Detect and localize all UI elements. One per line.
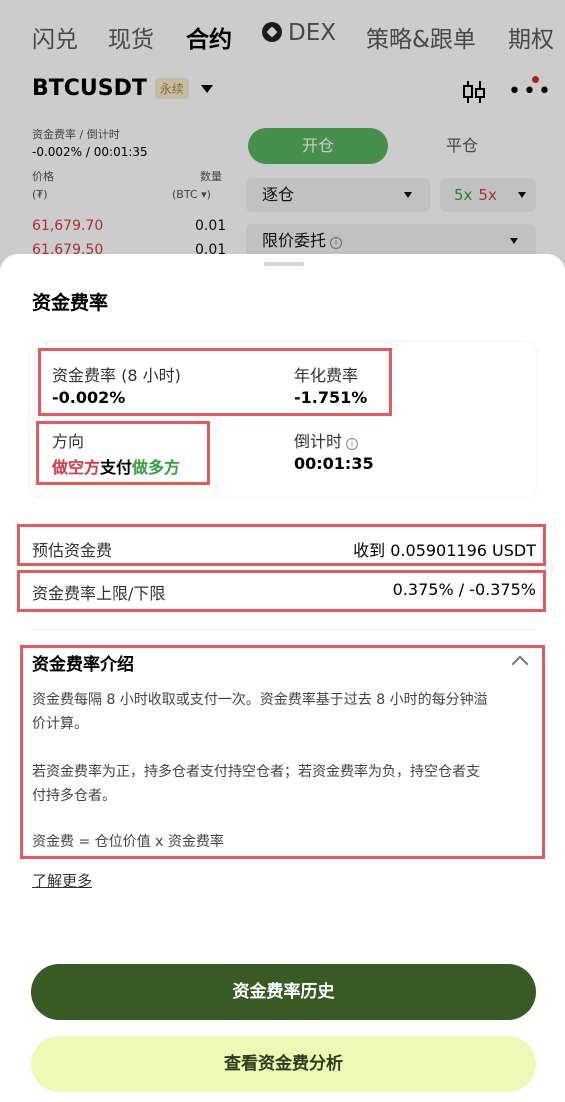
sheet-title: 资金费率 <box>32 292 109 314</box>
intro-formula: 资金费 = 仓位价值 x 资金费率 <box>32 834 224 850</box>
estimated-fee-value: 收到 0.05901196 USDT <box>353 541 536 560</box>
countdown-label: 倒计时 i <box>294 428 359 452</box>
sheet-drag-handle[interactable] <box>264 262 304 266</box>
intro-paragraph: 若资金费率为正，持多仓者支付持空仓者；若资金费率为负，持空仓者支 付持多仓者。 <box>32 760 532 808</box>
intro-line: 若资金费率为正，持多仓者支付持空仓者；若资金费率为负，持空仓者支 <box>32 764 480 780</box>
funding-rate-label: 资金费率 (8 小时) <box>52 366 181 385</box>
direction-long: 做多方 <box>132 458 181 477</box>
funding-rate-sheet: 资金费率 资金费率 (8 小时) -0.002% 年化费率 -1.751% 方向… <box>0 254 565 1102</box>
learn-more-link[interactable]: 了解更多 <box>32 870 92 891</box>
intro-line: 付持多仓者。 <box>32 788 116 804</box>
rate-limit-value: 0.375% / -0.375% <box>392 580 536 599</box>
funding-history-button[interactable]: 资金费率历史 <box>31 964 536 1020</box>
funding-rate-value: -0.002% <box>52 388 126 407</box>
direction-short: 做空方 <box>52 458 101 477</box>
direction-value: 做空方支付做多方 <box>52 454 180 478</box>
annual-rate-value: -1.751% <box>294 388 368 407</box>
direction-label: 方向 <box>52 432 85 451</box>
info-icon[interactable]: i <box>346 438 359 450</box>
rate-limit-label: 资金费率上限/下限 <box>32 584 166 603</box>
divider <box>30 629 536 630</box>
intro-paragraph: 资金费每隔 8 小时收取或支付一次。资金费率基于过去 8 小时的每分钟溢 价计算… <box>32 688 532 736</box>
funding-analysis-button[interactable]: 查看资金费分析 <box>31 1036 536 1092</box>
intro-title[interactable]: 资金费率介绍 <box>32 650 134 675</box>
countdown-value: 00:01:35 <box>294 454 374 473</box>
estimated-fee-label: 预估资金费 <box>32 541 113 560</box>
highlight-box <box>20 645 545 859</box>
direction-pay: 支付 <box>100 458 133 477</box>
intro-line: 资金费每隔 8 小时收取或支付一次。资金费率基于过去 8 小时的每分钟溢 <box>32 692 488 708</box>
intro-line: 价计算。 <box>32 716 88 732</box>
annual-rate-label: 年化费率 <box>294 366 359 385</box>
